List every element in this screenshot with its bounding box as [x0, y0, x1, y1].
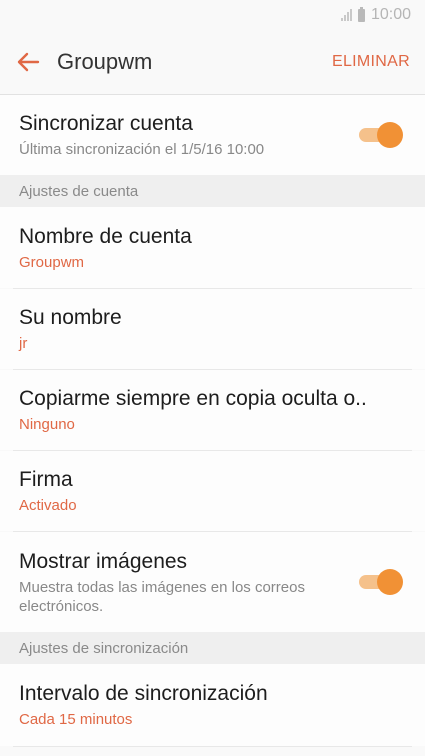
signal-icon: [340, 9, 352, 21]
your-name-title: Su nombre: [19, 306, 122, 329]
delete-button[interactable]: ELIMINAR: [317, 53, 425, 71]
section-header-sync-settings: Ajustes de sincronización: [0, 632, 425, 664]
sync-account-toggle[interactable]: [357, 122, 403, 148]
sync-interval-value: Cada 15 minutos: [19, 711, 133, 728]
sync-interval-title: Intervalo de sincronización: [19, 682, 268, 705]
show-images-subtitle: Muestra todas las imágenes en los correo…: [19, 578, 305, 615]
account-name-row[interactable]: Nombre de cuenta Groupwm: [0, 207, 425, 288]
signature-row[interactable]: Firma Activado: [0, 451, 425, 531]
bcc-row[interactable]: Copiarme siempre en copia oculta o.. Nin…: [0, 370, 425, 450]
app-bar: Groupwm ELIMINAR: [0, 30, 425, 95]
signature-value: Activado: [19, 497, 77, 514]
account-name-title: Nombre de cuenta: [19, 224, 192, 248]
your-name-row[interactable]: Su nombre jr: [0, 289, 425, 369]
back-button[interactable]: [0, 30, 56, 94]
back-arrow-icon: [17, 52, 40, 72]
bcc-value: Ninguno: [19, 416, 75, 433]
account-name-value: Groupwm: [19, 253, 85, 271]
show-images-title: Mostrar imágenes: [19, 549, 188, 573]
bcc-title: Copiarme siempre en copia oculta o..: [19, 387, 367, 410]
divider: [13, 746, 412, 747]
sync-account-subtitle: Última sincronización el 1/5/16 10:00: [19, 141, 265, 158]
sync-account-row[interactable]: Sincronizar cuenta Última sincronización…: [0, 95, 425, 175]
battery-icon: [357, 6, 365, 22]
sync-interval-row[interactable]: Intervalo de sincronización Cada 15 minu…: [0, 664, 425, 746]
show-images-row[interactable]: Mostrar imágenes Muestra todas las imáge…: [0, 532, 425, 632]
status-bar: 10:00: [0, 0, 425, 30]
show-images-toggle[interactable]: [357, 569, 403, 595]
sync-account-title: Sincronizar cuenta: [19, 112, 193, 135]
your-name-value: jr: [19, 335, 28, 352]
section-header-account-settings: Ajustes de cuenta: [0, 175, 425, 207]
status-time: 10:00: [370, 6, 411, 23]
signature-title: Firma: [19, 468, 73, 491]
page-title: Groupwm: [57, 49, 153, 74]
